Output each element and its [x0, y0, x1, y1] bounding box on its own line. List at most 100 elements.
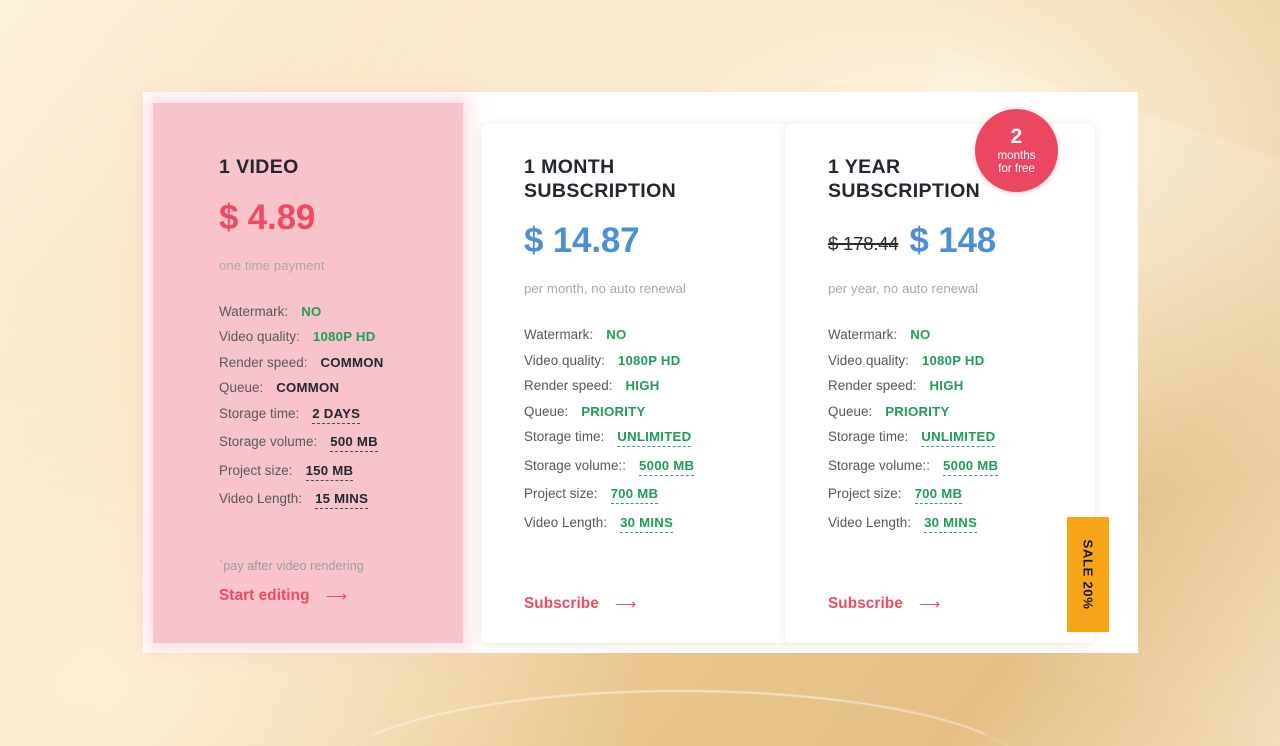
- feature-value: 1080P HD: [312, 329, 376, 344]
- feature-value: 15 MINS: [315, 491, 369, 509]
- feature-value: UNLIMITED: [617, 429, 692, 447]
- feature-value: 5000 MB: [943, 458, 999, 476]
- feature-row: Storage volume:: 5000 MB: [828, 458, 1067, 476]
- pricing-card-1-month-subscription[interactable]: 1 MONTH SUBSCRIPTION $ 14.87 per month, …: [481, 124, 791, 643]
- feature-row: Storage volume: 500 MB: [219, 434, 429, 452]
- feature-value: NO: [910, 327, 931, 342]
- feature-value: PRIORITY: [885, 403, 950, 419]
- feature-label: Storage volume:: [219, 434, 318, 449]
- arrow-right-icon: ⟶: [918, 595, 941, 613]
- feature-label: Video Length:: [219, 491, 303, 506]
- feature-row: Video Length: 30 MINS: [524, 515, 763, 533]
- price-current: $ 4.89: [219, 197, 316, 237]
- card-title-line1: 1 VIDEO: [219, 156, 299, 178]
- feature-value: 150 MB: [305, 463, 354, 481]
- feature-list: Watermark: NO Video quality: 1080P HD Re…: [524, 327, 763, 533]
- start-editing-button[interactable]: Start editing ⟶: [219, 587, 347, 605]
- feature-value: 2 DAYS: [312, 406, 361, 424]
- subscribe-button[interactable]: Subscribe ⟶: [524, 595, 636, 613]
- feature-row: Watermark: NO: [219, 304, 429, 319]
- feature-value: 30 MINS: [620, 515, 674, 533]
- feature-label: Storage time:: [219, 405, 300, 421]
- feature-row: Queue: PRIORITY: [828, 404, 1067, 419]
- feature-value: 500 MB: [330, 434, 378, 452]
- price-row: $ 4.89: [219, 200, 429, 244]
- arrow-right-icon: ⟶: [614, 595, 637, 613]
- feature-label: Video quality:: [828, 352, 909, 368]
- arrow-right-icon: ⟶: [325, 587, 348, 605]
- promo-badge-months-free: 2 months for free: [975, 109, 1058, 192]
- price-note: per month, no auto renewal: [524, 281, 686, 296]
- feature-row: Project size: 150 MB: [219, 463, 429, 481]
- feature-row: Storage time: UNLIMITED: [828, 429, 1067, 447]
- price-row: $ 178.44 $ 148: [828, 223, 1067, 267]
- pricing-cards-container: 1 VIDEO $ 4.89 one time payment Watermar…: [143, 92, 1138, 653]
- feature-label: Video quality:: [524, 352, 605, 368]
- feature-row: Video Length: 15 MINS: [219, 491, 429, 509]
- cta-label: Start editing: [219, 587, 310, 604]
- feature-row: Storage time: 2 DAYS: [219, 406, 429, 424]
- feature-label: Render speed:: [524, 378, 613, 393]
- feature-label: Render speed:: [219, 354, 308, 370]
- feature-label: Queue:: [219, 380, 264, 395]
- feature-label: Watermark:: [219, 303, 289, 319]
- card-footer: `pay after video rendering Start editing…: [219, 559, 364, 605]
- feature-row: Video quality: 1080P HD: [524, 353, 763, 368]
- feature-label: Storage volume::: [828, 457, 931, 473]
- feature-row: Render speed: HIGH: [524, 378, 763, 393]
- feature-value: 30 MINS: [924, 515, 978, 533]
- badge-line1: months: [997, 149, 1036, 163]
- feature-value: COMMON: [320, 354, 384, 370]
- feature-value: 700 MB: [610, 486, 659, 504]
- footer-note: `pay after video rendering: [219, 559, 364, 573]
- feature-value: 700 MB: [914, 486, 963, 504]
- feature-row: Watermark: NO: [524, 327, 763, 342]
- badge-line2: for free: [998, 161, 1035, 175]
- sale-tag-label: SALE 20%: [1080, 539, 1096, 610]
- cta-label: Subscribe: [828, 595, 903, 612]
- feature-row: Video Length: 30 MINS: [828, 515, 1067, 533]
- feature-label: Project size:: [219, 462, 293, 478]
- card-footer: Subscribe ⟶: [524, 595, 636, 613]
- feature-label: Video Length:: [524, 514, 608, 530]
- feature-label: Project size:: [524, 486, 598, 501]
- feature-label: Queue:: [524, 403, 569, 419]
- price-original-strikethrough: $ 178.44: [828, 233, 899, 254]
- price-note: per year, no auto renewal: [828, 281, 979, 296]
- feature-list: Watermark: NO Video quality: 1080P HD Re…: [828, 327, 1067, 533]
- feature-label: Storage time:: [828, 429, 909, 444]
- price-current: $ 148: [909, 221, 997, 260]
- pricing-card-1-year-subscription[interactable]: 1 YEAR SUBSCRIPTION $ 178.44 $ 148 per y…: [785, 124, 1095, 643]
- feature-value: 1080P HD: [921, 352, 985, 368]
- card-title-line2: SUBSCRIPTION: [524, 179, 677, 202]
- feature-value: NO: [606, 327, 627, 342]
- feature-row: Video quality: 1080P HD: [828, 353, 1067, 368]
- feature-value: NO: [301, 303, 322, 319]
- price-row: $ 14.87: [524, 223, 763, 267]
- feature-row: Storage volume:: 5000 MB: [524, 458, 763, 476]
- feature-label: Video Length:: [828, 514, 912, 530]
- sale-tag: SALE 20%: [1067, 517, 1109, 632]
- feature-row: Render speed: COMMON: [219, 355, 429, 370]
- pricing-card-1-video[interactable]: 1 VIDEO $ 4.89 one time payment Watermar…: [153, 103, 463, 643]
- price-note: one time payment: [219, 257, 325, 273]
- feature-row: Watermark: NO: [828, 327, 1067, 342]
- subscribe-button[interactable]: Subscribe ⟶: [828, 595, 940, 613]
- card-footer: Subscribe ⟶: [828, 595, 940, 613]
- card-title: 1 MONTH SUBSCRIPTION: [524, 157, 763, 202]
- feature-row: Project size: 700 MB: [524, 486, 763, 504]
- feature-label: Storage volume::: [524, 457, 627, 473]
- feature-list: Watermark: NO Video quality: 1080P HD Re…: [219, 304, 429, 509]
- card-title-line1: 1 YEAR: [828, 156, 901, 178]
- feature-value: 1080P HD: [617, 352, 681, 368]
- badge-number: 2: [1010, 124, 1023, 148]
- cta-label: Subscribe: [524, 595, 599, 612]
- pricing-panel: 1 VIDEO $ 4.89 one time payment Watermar…: [143, 92, 1138, 653]
- feature-row: Render speed: HIGH: [828, 378, 1067, 393]
- feature-label: Render speed:: [828, 378, 917, 393]
- feature-value: HIGH: [929, 378, 964, 393]
- feature-label: Queue:: [828, 403, 873, 419]
- feature-value: HIGH: [625, 378, 660, 393]
- feature-value: UNLIMITED: [921, 429, 996, 447]
- feature-row: Storage time: UNLIMITED: [524, 429, 763, 447]
